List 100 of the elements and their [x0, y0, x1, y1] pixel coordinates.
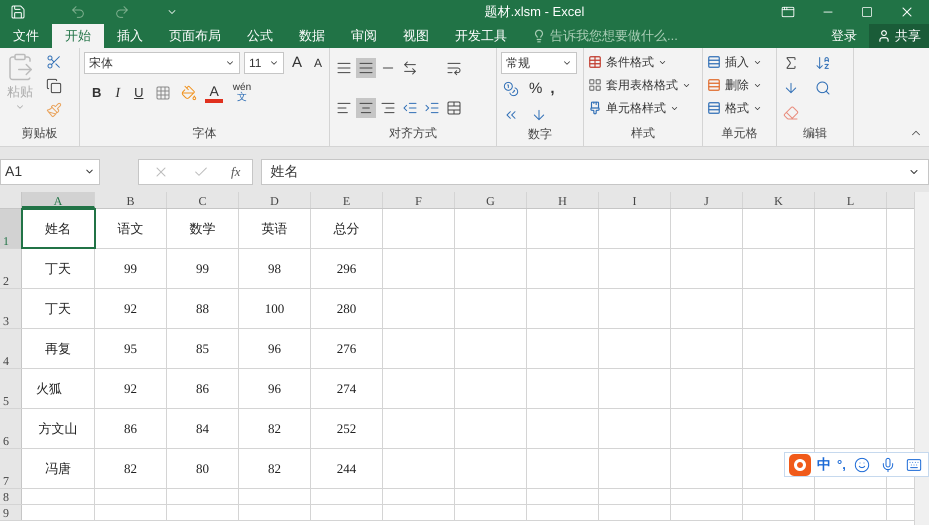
underline-button[interactable]: U [130, 83, 148, 103]
paste-label: 粘贴 [7, 83, 33, 101]
number-format-dropdown[interactable]: 常规 [501, 52, 577, 74]
ribbon-tab[interactable]: 审阅 [338, 24, 390, 48]
cell-text: 274 [336, 380, 356, 398]
number-format: 常规 [506, 55, 530, 72]
cells-menu-button[interactable]: 删除 [707, 75, 762, 95]
column-header[interactable]: C [167, 192, 239, 208]
group-label: 剪贴板 [22, 125, 58, 142]
column-header[interactable]: E [311, 192, 383, 208]
vertical-scrollbar[interactable] [914, 192, 929, 525]
formula-text: 姓名 [270, 162, 298, 181]
group-label: 编辑 [803, 125, 827, 142]
cell-text: 84 [196, 420, 209, 438]
cell-text: 252 [336, 420, 356, 438]
menu-label: 单元格样式 [606, 100, 666, 117]
copy-icon[interactable] [44, 76, 64, 96]
grid-icon [588, 78, 602, 92]
cell-text: 数学 [190, 220, 216, 238]
row-header[interactable]: 7 [0, 449, 22, 488]
cell-text: 95 [124, 340, 137, 358]
cell-text: 82 [268, 460, 281, 478]
selected-cell[interactable]: 姓名 [22, 209, 95, 248]
column-header[interactable]: H [527, 192, 599, 208]
font-name-dropdown[interactable]: 宋体 [84, 52, 240, 74]
font-color-button[interactable]: A [205, 83, 223, 103]
bold-button[interactable]: B [88, 83, 106, 103]
share-button[interactable]: 共享 [869, 24, 929, 48]
cell-text: 丁天 [45, 260, 71, 278]
cell-text: 火狐 [36, 380, 62, 398]
row-header[interactable]: 1 [0, 209, 22, 248]
column-header[interactable]: J [671, 192, 743, 208]
cell-text: 244 [336, 460, 356, 478]
ime-mode[interactable]: 中 [817, 454, 831, 475]
login-link[interactable]: 登录 [819, 24, 869, 48]
brush-icon [588, 101, 602, 115]
row-header[interactable]: 9 [0, 505, 22, 520]
row-header[interactable]: 2 [0, 249, 22, 288]
name-box[interactable]: A1 [0, 158, 100, 184]
grow-font-button[interactable]: A [288, 52, 306, 74]
font-size-dropdown[interactable]: 11 [244, 52, 284, 74]
styles-menu-button[interactable]: 套用表格格式 [588, 75, 691, 95]
cell-text: 92 [124, 380, 137, 398]
insert-function-button[interactable]: fx [231, 162, 240, 182]
ime-punctuation[interactable]: °, [837, 454, 846, 474]
group-label: 样式 [631, 125, 655, 142]
formula-field[interactable]: 姓名 [261, 158, 929, 184]
column-header[interactable]: K [743, 192, 815, 208]
ribbon-tab[interactable]: 数据 [286, 24, 338, 48]
person-icon [877, 29, 891, 43]
row-header[interactable]: 3 [0, 289, 22, 328]
ribbon-tab[interactable]: 公式 [234, 24, 286, 48]
ribbon-tab[interactable]: 视图 [390, 24, 442, 48]
cells-menu-button[interactable]: 格式 [707, 98, 762, 118]
ribbon-tab[interactable]: 开始 [52, 24, 104, 48]
rows-icon [707, 78, 721, 92]
percent-button[interactable]: % [529, 78, 542, 100]
shrink-font-button[interactable]: A [310, 54, 326, 72]
cells-menu-button[interactable]: 插入 [707, 52, 762, 72]
lightbulb-icon [532, 29, 546, 43]
row-header[interactable]: 6 [0, 409, 22, 448]
tell-me-field[interactable]: 告诉我您想要做什么... [532, 24, 710, 48]
cell-text: 99 [124, 260, 137, 278]
ribbon-tab[interactable]: 插入 [104, 24, 156, 48]
cell-text: 语文 [118, 220, 144, 238]
column-header[interactable]: A [22, 192, 95, 208]
row-header[interactable]: 8 [0, 489, 22, 504]
column-header[interactable]: I [599, 192, 671, 208]
italic-button[interactable]: I [111, 82, 124, 104]
ribbon-tab[interactable]: 页面布局 [156, 24, 234, 48]
group-label: 对齐方式 [389, 125, 437, 142]
cell-text: 总分 [334, 220, 360, 238]
row-header[interactable]: 5 [0, 369, 22, 408]
cell-text: 86 [124, 420, 137, 438]
ribbon-tab[interactable]: 开发工具 [442, 24, 520, 48]
menu-label: 格式 [725, 100, 749, 117]
row-header[interactable]: 4 [0, 329, 22, 368]
cell-text: 80 [196, 460, 209, 478]
styles-menu-button[interactable]: 单元格样式 [588, 98, 691, 118]
group-label: 单元格 [722, 125, 758, 142]
phonetic-button[interactable]: wén 文 [228, 83, 256, 103]
window-title: 题材.xlsm - Excel [484, 3, 586, 22]
column-header[interactable]: G [455, 192, 527, 208]
column-header[interactable]: D [239, 192, 311, 208]
column-header[interactable]: B [95, 192, 167, 208]
cell-text: 姓名 [45, 220, 71, 238]
column-header[interactable]: F [383, 192, 455, 208]
group-label: 数字 [528, 126, 552, 142]
cell-text: 方文山 [38, 420, 78, 438]
cell-text: 100 [264, 300, 284, 318]
maximize-icon[interactable] [859, 4, 875, 20]
cell-text: 96 [268, 380, 281, 398]
cell-text: 82 [124, 460, 137, 478]
menu-label: 条件格式 [606, 54, 654, 71]
ribbon-tab[interactable]: 文件 [0, 24, 52, 48]
styles-menu-button[interactable]: 条件格式 [588, 52, 691, 72]
rows-icon [707, 55, 721, 69]
column-header[interactable]: L [815, 192, 887, 208]
cell-text: 冯唐 [45, 460, 71, 478]
comma-button[interactable]: , [550, 78, 555, 100]
